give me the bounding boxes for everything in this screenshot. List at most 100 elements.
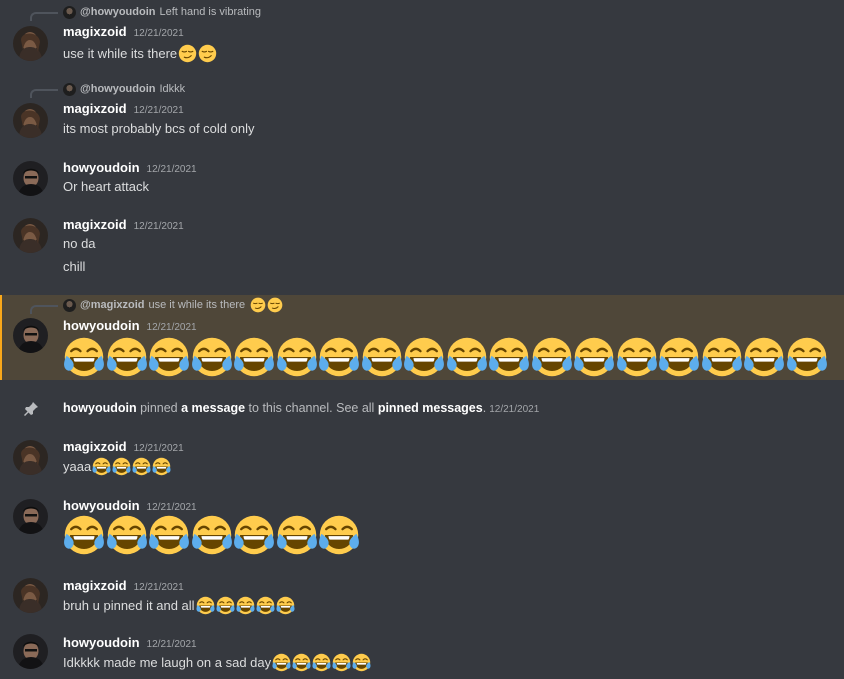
reply-avatar — [63, 5, 76, 19]
message-header: howyoudoin 12/21/2021 — [63, 635, 197, 650]
howyoudoin-avatar[interactable] — [13, 499, 48, 534]
timestamp[interactable]: 12/21/2021 — [134, 443, 184, 454]
message-content: no da — [63, 236, 96, 251]
reply-preview[interactable]: @magixzoid use it while its there — [63, 297, 283, 313]
joy-emoji — [318, 514, 360, 556]
joy-emoji — [332, 653, 351, 672]
joy-emoji — [112, 457, 131, 476]
joy-emoji — [106, 514, 148, 556]
message-header: howyoudoin 12/21/2021 — [63, 498, 197, 513]
joy-emoji — [616, 336, 658, 378]
joy-emoji — [573, 336, 615, 378]
system-message-pinned: howyoudoin pinned a message to this chan… — [0, 397, 844, 421]
message-header: magixzoid 12/21/2021 — [63, 217, 184, 232]
magixzoid-avatar[interactable] — [13, 103, 48, 138]
author-name[interactable]: howyoudoin — [63, 635, 140, 650]
timestamp[interactable]: 12/21/2021 — [134, 28, 184, 39]
joy-emoji — [531, 336, 573, 378]
reply-connector — [30, 12, 58, 21]
system-message-text: howyoudoin pinned a message to this chan… — [63, 401, 539, 415]
reply-preview[interactable]: @howyoudoin Left hand is vibrating — [63, 4, 261, 20]
magixzoid-avatar[interactable] — [13, 26, 48, 61]
joy-emoji — [403, 336, 445, 378]
joy-emoji — [233, 336, 275, 378]
jumbo-emoji-row — [63, 514, 361, 556]
author-name[interactable]: howyoudoin — [63, 498, 140, 513]
inline-emoji-row — [271, 653, 371, 672]
pinned-messages-link[interactable]: pinned messages — [378, 401, 483, 415]
message-header: magixzoid 12/21/2021 — [63, 101, 184, 116]
magixzoid-avatar[interactable] — [13, 578, 48, 613]
joy-emoji — [236, 596, 255, 615]
message-text: bruh u pinned it and all — [63, 598, 195, 613]
joy-emoji — [352, 653, 371, 672]
reply-text: Left hand is vibrating — [159, 6, 262, 18]
joy-emoji — [272, 653, 291, 672]
pin-icon — [23, 401, 39, 417]
inline-emoji-row — [195, 596, 295, 615]
inline-emoji-row — [177, 44, 217, 63]
reply-connector — [30, 305, 58, 314]
howyoudoin-avatar[interactable] — [13, 161, 48, 196]
message-header: magixzoid 12/21/2021 — [63, 439, 184, 454]
reply-text: Idkkk — [159, 83, 186, 95]
reply-text: use it while its there — [148, 299, 246, 311]
joy-emoji — [786, 336, 828, 378]
author-name[interactable]: howyoudoin — [63, 318, 140, 333]
joy-emoji — [92, 457, 111, 476]
joy-emoji — [191, 514, 233, 556]
pinned-message-link[interactable]: a message — [181, 401, 245, 415]
message-content: bruh u pinned it and all — [63, 596, 295, 615]
message-text: chill — [63, 259, 86, 274]
message-text: use it while its there — [63, 46, 178, 61]
timestamp[interactable]: 12/21/2021 — [489, 404, 539, 415]
message-text: yaaa — [63, 459, 92, 474]
reply-avatar — [63, 82, 76, 96]
smirk-emoji — [178, 44, 197, 63]
joy-emoji — [63, 514, 105, 556]
howyoudoin-avatar[interactable] — [13, 634, 48, 669]
timestamp[interactable]: 12/21/2021 — [147, 502, 197, 513]
author-name[interactable]: magixzoid — [63, 24, 127, 39]
timestamp[interactable]: 12/21/2021 — [134, 221, 184, 232]
message-content — [63, 336, 828, 378]
joy-emoji — [276, 596, 295, 615]
howyoudoin-avatar[interactable] — [13, 318, 48, 353]
reply-emoji-row — [249, 297, 283, 313]
message-text: its most probably bcs of cold only — [63, 121, 255, 136]
magixzoid-avatar[interactable] — [13, 440, 48, 475]
system-actor-name[interactable]: howyoudoin — [63, 401, 137, 415]
timestamp[interactable]: 12/21/2021 — [147, 322, 197, 333]
joy-emoji — [701, 336, 743, 378]
reply-preview[interactable]: @howyoudoin Idkkk — [63, 81, 185, 97]
author-name[interactable]: magixzoid — [63, 578, 127, 593]
timestamp[interactable]: 12/21/2021 — [147, 164, 197, 175]
reply-author[interactable]: @magixzoid — [80, 299, 145, 311]
system-text-part: pinned — [140, 401, 178, 415]
timestamp[interactable]: 12/21/2021 — [134, 582, 184, 593]
reply-author[interactable]: @howyoudoin — [80, 6, 156, 18]
joy-emoji — [658, 336, 700, 378]
author-name[interactable]: howyoudoin — [63, 160, 140, 175]
message-content: chill — [63, 259, 85, 274]
reply-author[interactable]: @howyoudoin — [80, 83, 156, 95]
smirk-emoji — [267, 297, 283, 313]
magixzoid-avatar[interactable] — [13, 218, 48, 253]
author-name[interactable]: magixzoid — [63, 101, 127, 116]
message-header: howyoudoin 12/21/2021 — [63, 160, 197, 175]
message-text: Idkkkk made me laugh on a sad day — [63, 655, 272, 670]
joy-emoji — [196, 596, 215, 615]
timestamp[interactable]: 12/21/2021 — [147, 639, 197, 650]
timestamp[interactable]: 12/21/2021 — [134, 105, 184, 116]
joy-emoji — [276, 514, 318, 556]
message-text: no da — [63, 236, 96, 251]
joy-emoji — [361, 336, 403, 378]
author-name[interactable]: magixzoid — [63, 217, 127, 232]
message-content: use it while its there — [63, 44, 217, 63]
joy-emoji — [256, 596, 275, 615]
system-text-part: to this channel. See all — [248, 401, 375, 415]
jumbo-emoji-row — [63, 336, 828, 378]
author-name[interactable]: magixzoid — [63, 439, 127, 454]
joy-emoji — [488, 336, 530, 378]
joy-emoji — [743, 336, 785, 378]
